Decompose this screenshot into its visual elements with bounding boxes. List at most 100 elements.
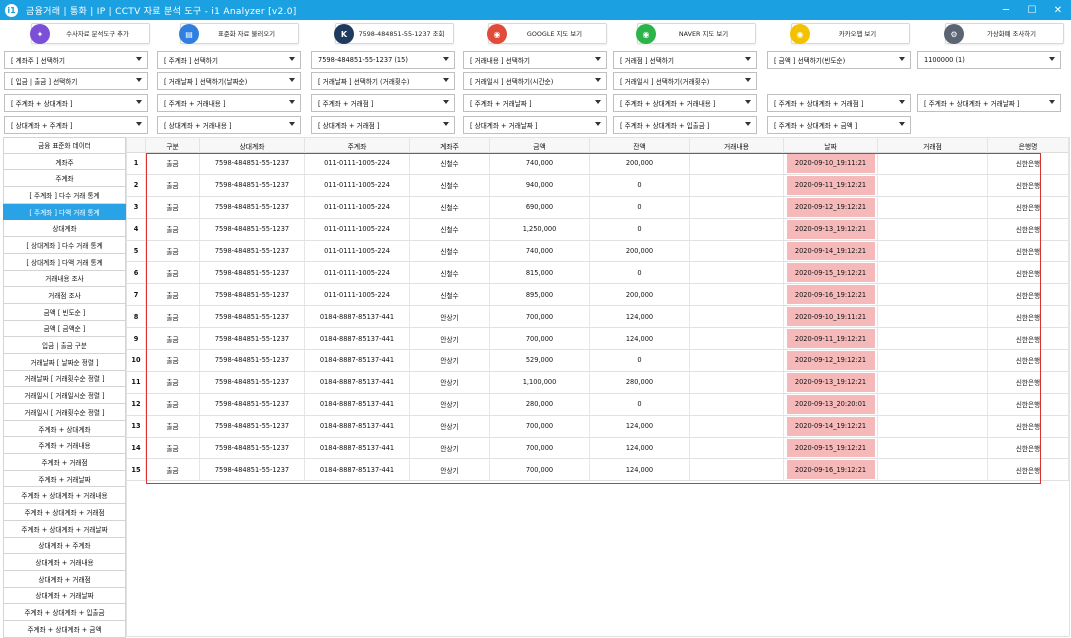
sidebar-item[interactable]: 계좌주 [3, 153, 126, 171]
sidebar-item[interactable]: 주계좌 [3, 170, 126, 188]
column-header[interactable]: 거래내용 [690, 138, 784, 153]
table-row[interactable]: 11 출금 7598-484851-55-1237 0184-8887-85137-4… [127, 371, 1069, 394]
column-header[interactable]: 금액 [490, 138, 590, 153]
table-cell: 신철수 [410, 174, 490, 196]
sidebar-item[interactable]: 주계좌 + 거래날짜 [3, 470, 126, 488]
toolbar-button-3[interactable]: ◉ GOOGLE 지도 보기 [487, 23, 607, 44]
sidebar-item[interactable]: 금액 [ 금액순 ] [3, 320, 126, 338]
sidebar-item[interactable]: 금액 [ 빈도순 ] [3, 303, 126, 321]
table-row[interactable]: 7 출금 7598-484851-55-1237 011-0111-1005-224 신… [127, 284, 1069, 307]
sidebar-item[interactable]: 거래내용 조사 [3, 270, 126, 288]
filter-select-r3-c4[interactable]: [ 주계좌 + 상대계좌 + 입출금 ] [613, 116, 757, 134]
filter-select-r2-c6[interactable]: [ 주계좌 + 상대계좌 + 거래날짜 ] [917, 94, 1061, 112]
table-row[interactable]: 1 출금 7598-484851-55-1237 011-0111-1005-224 신… [127, 153, 1069, 175]
sidebar-item[interactable]: 거래일시 [ 거래일시순 정렬 ] [3, 387, 126, 404]
sidebar-item[interactable]: [ 상대계좌 ] 다액 거래 통계 [3, 253, 126, 271]
sidebar-item[interactable]: 주계좌 + 상대계좌 + 금액 [3, 620, 126, 638]
table-row[interactable]: 5 출금 7598-484851-55-1237 011-0111-1005-224 신… [127, 240, 1069, 263]
toolbar-button-4[interactable]: ◉ NAVER 지도 보기 [636, 23, 756, 44]
filter-select-r0-c1[interactable]: [ 주계좌 ] 선택하기 [157, 51, 301, 69]
sidebar-item[interactable]: 상대계좌 + 거래날짜 [3, 587, 126, 605]
table-row[interactable]: 8 출금 7598-484851-55-1237 0184-8887-85137-44… [127, 306, 1069, 329]
close-button[interactable]: ✕ [1045, 0, 1071, 20]
filter-select-r0-c2[interactable]: 7598-484851-55-1237 (15) [311, 51, 455, 69]
table-row[interactable]: 2 출금 7598-484851-55-1237 011-0111-1005-224 신… [127, 174, 1069, 197]
filter-select-r0-c3[interactable]: [ 거래내용 ] 선택하기 [463, 51, 607, 69]
column-header[interactable]: 구분 [146, 138, 200, 153]
sidebar-item[interactable]: 입금 | 출금 구분 [3, 337, 126, 354]
filter-select-r2-c5[interactable]: [ 주계좌 + 상대계좌 + 거래점 ] [767, 94, 911, 112]
table-cell: 신한은행 [988, 393, 1069, 415]
sidebar-item[interactable]: 거래날짜 [ 날짜순 정렬 ] [3, 353, 126, 371]
sidebar-item[interactable]: [ 상대계좌 ] 다수 거래 통계 [3, 237, 126, 254]
filter-select-r2-c0[interactable]: [ 주계좌 + 상대계좌 ] [4, 94, 148, 112]
table-row[interactable]: 6 출금 7598-484851-55-1237 011-0111-1005-224 신… [127, 262, 1069, 285]
sidebar-item[interactable]: 주계좌 + 거래점 [3, 454, 126, 471]
filter-select-r3-c0[interactable]: [ 상대계좌 + 주계좌 ] [4, 116, 148, 134]
filter-select-r3-c2[interactable]: [ 상대계좌 + 거래점 ] [311, 116, 455, 134]
filter-select-r3-c3[interactable]: [ 상대계좌 + 거래날짜 ] [463, 116, 607, 134]
sidebar-item[interactable]: 상대계좌 + 거래점 [3, 570, 126, 588]
sidebar-item[interactable]: 주계좌 + 상대계좌 + 거래날짜 [3, 520, 126, 538]
filter-select-r0-c0[interactable]: [ 계좌주 ] 선택하기 [4, 51, 148, 69]
table-row[interactable]: 14 출금 7598-484851-55-1237 0184-8887-85137-4… [127, 437, 1069, 460]
filter-select-r2-c3[interactable]: [ 주계좌 + 거래날짜 ] [463, 94, 607, 112]
toolbar-button-5[interactable]: ◉ 카카오맵 보기 [790, 23, 910, 44]
filter-select-r0-c4[interactable]: [ 거래점 ] 선택하기 [613, 51, 757, 69]
sidebar-item[interactable]: 거래점 조사 [3, 287, 126, 304]
maximize-button[interactable]: ☐ [1019, 0, 1045, 20]
table-cell: 700,000 [490, 328, 590, 350]
filter-select-r1-c4[interactable]: [ 거래일시 ] 선택하기(거래횟수) [613, 72, 757, 90]
column-header[interactable] [127, 138, 146, 153]
sidebar-item[interactable]: 주계좌 + 상대계좌 + 입출금 [3, 604, 126, 621]
column-header[interactable]: 거래점 [878, 138, 988, 153]
table-row[interactable]: 10 출금 7598-484851-55-1237 0184-8887-85137-4… [127, 350, 1069, 372]
column-header[interactable]: 상대계좌 [200, 138, 305, 153]
column-header[interactable]: 날짜 [784, 138, 878, 153]
sidebar-item[interactable]: 주계좌 + 거래내용 [3, 437, 126, 455]
chevron-down-icon [136, 78, 142, 82]
chevron-down-icon [899, 122, 905, 126]
toolbar-button-2[interactable]: K 7598-484851-55-1237 조회 [334, 23, 454, 44]
sidebar-item[interactable]: 상대계좌 [3, 220, 126, 238]
table-row[interactable]: 13 출금 7598-484851-55-1237 0184-8887-85137-4… [127, 415, 1069, 438]
sidebar-item[interactable]: 거래일시 [ 거래횟수순 정렬 ] [3, 404, 126, 421]
filter-select-r3-c5[interactable]: [ 주계좌 + 상대계좌 + 금액 ] [767, 116, 911, 134]
sidebar-item[interactable]: 주계좌 + 상대계좌 + 거래점 [3, 504, 126, 521]
sidebar-item[interactable]: 주계좌 + 상대계좌 [3, 420, 126, 438]
toolbar-button-1[interactable]: ▤ 표준화 자료 불러오기 [179, 23, 299, 44]
filter-select-r0-c6[interactable]: 1100000 (1) [917, 51, 1061, 69]
filter-select-r2-c4[interactable]: [ 주계좌 + 상대계좌 + 거래내용 ] [613, 94, 757, 112]
sidebar-item[interactable]: 금융 표준화 데이터 [3, 137, 126, 154]
filter-select-r1-c0[interactable]: [ 입금 | 출금 ] 선택하기 [4, 72, 148, 90]
filter-select-r2-c1[interactable]: [ 주계좌 + 거래내용 ] [157, 94, 301, 112]
filter-select-r1-c3[interactable]: [ 거래일시 ] 선택하기(시간순) [463, 72, 607, 90]
table-row[interactable]: 4 출금 7598-484851-55-1237 011-0111-1005-224 신… [127, 218, 1069, 241]
table-cell [878, 415, 988, 437]
column-header[interactable]: 은행명 [988, 138, 1069, 153]
table-row[interactable]: 15 출금 7598-484851-55-1237 0184-8887-85137-4… [127, 459, 1069, 482]
table-row[interactable]: 12 출금 7598-484851-55-1237 0184-8887-85137-4… [127, 393, 1069, 416]
filter-select-r2-c2[interactable]: [ 주계좌 + 거래점 ] [311, 94, 455, 112]
toolbar-button-6[interactable]: ⚙ 가상화폐 조사하기 [944, 23, 1064, 44]
minimize-button[interactable]: ─ [993, 0, 1019, 20]
sidebar-item[interactable]: 거래날짜 [ 거래횟수순 정렬 ] [3, 370, 126, 388]
table-row[interactable]: 3 출금 7598-484851-55-1237 011-0111-1005-224 신… [127, 196, 1069, 219]
column-header[interactable]: 계좌주 [410, 138, 490, 153]
filter-select-r1-c2[interactable]: [ 거래날짜 ] 선택하기 (거래횟수) [311, 72, 455, 90]
sidebar-item[interactable]: 상대계좌 + 주계좌 [3, 537, 126, 555]
table-row[interactable]: 9 출금 7598-484851-55-1237 0184-8887-85137-44… [127, 328, 1069, 351]
filter-select-r1-c1[interactable]: [ 거래날짜 ] 선택하기(날짜순) [157, 72, 301, 90]
column-header[interactable]: 주계좌 [305, 138, 410, 153]
table-cell: 1,250,000 [490, 218, 590, 240]
filter-select-r3-c1[interactable]: [ 상대계좌 + 거래내용 ] [157, 116, 301, 134]
toolbar-button-0[interactable]: ✦ 수사자료 분석도구 추가 [30, 23, 150, 44]
filter-select-r0-c5[interactable]: [ 금액 ] 선택하기(빈도순) [767, 51, 911, 69]
filter-select-value: [ 주계좌 + 상대계좌 + 거래내용 ] [620, 100, 716, 108]
sidebar-item[interactable]: 주계좌 + 상대계좌 + 거래내용 [3, 487, 126, 505]
sidebar-item[interactable]: 상대계좌 + 거래내용 [3, 554, 126, 571]
sidebar-item[interactable]: [ 주계좌 ] 다액 거래 통계 [3, 203, 126, 221]
sidebar-item[interactable]: [ 주계좌 ] 다수 거래 통계 [3, 187, 126, 204]
table-cell: 신철수 [410, 196, 490, 218]
column-header[interactable]: 잔액 [590, 138, 690, 153]
